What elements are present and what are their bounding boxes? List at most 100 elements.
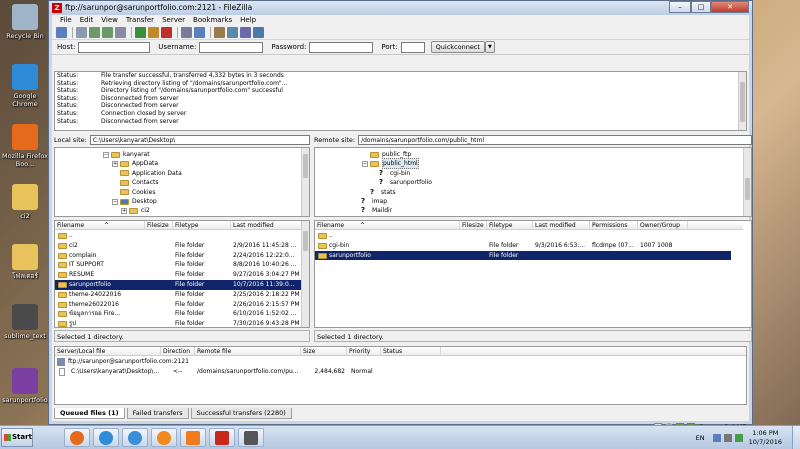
disconnect-icon[interactable] [181, 27, 192, 38]
site-manager-icon[interactable] [56, 27, 67, 38]
compare-icon[interactable] [227, 27, 238, 38]
tree-toggle[interactable]: − [112, 198, 118, 205]
quickconnect-dropdown[interactable]: ▼ [484, 41, 495, 53]
clock[interactable]: 1:06 PM 10/7/2016 [749, 429, 782, 447]
local-col-filename[interactable]: Filename ^ [55, 221, 145, 230]
quickconnect-button[interactable]: Quickconnect [430, 41, 485, 53]
tree-item[interactable]: − kanyarat [103, 150, 150, 159]
xampp-taskbar-icon[interactable] [180, 428, 206, 447]
menu-view[interactable]: View [97, 15, 122, 26]
port-input[interactable] [400, 41, 425, 53]
toggle-log-icon[interactable] [76, 27, 87, 38]
tree-item[interactable]: Application Data [112, 169, 182, 178]
tree-item[interactable]: − public_html [362, 158, 419, 170]
tree-item[interactable]: ? Maildir [353, 206, 392, 215]
menu-transfer[interactable]: Transfer [122, 15, 158, 26]
ie-taskbar-icon[interactable] [122, 428, 148, 447]
desktop-icon[interactable]: โฟลเดอร์ [0, 244, 50, 280]
sync-browse-icon[interactable] [240, 27, 251, 38]
local-file-row[interactable]: IT SUPPORT File folder 8/8/2016 10:40:26 .… [55, 260, 301, 270]
local-col-modified[interactable]: Last modified [231, 221, 303, 230]
desktop-icon[interactable]: sublime_text [0, 304, 50, 340]
queue-tab[interactable]: Successful transfers (2280) [190, 408, 292, 419]
desktop-icon[interactable]: sarunportfolio [0, 368, 50, 404]
desktop-icon[interactable]: ci2 [0, 184, 50, 220]
tree-item[interactable]: Cookies [112, 188, 156, 197]
tree-toggle[interactable]: + [112, 160, 118, 167]
remote-file-row[interactable]: sarunportfolio File folder [315, 250, 731, 261]
close-button[interactable]: ✕ [711, 1, 749, 13]
language-indicator[interactable]: EN [696, 434, 705, 442]
password-input[interactable] [309, 41, 374, 53]
process-queue-icon[interactable] [148, 27, 159, 38]
tree-item[interactable]: + ci2 [121, 206, 150, 215]
log-scrollbar[interactable] [738, 72, 746, 130]
queue-col-status[interactable]: Status [381, 347, 441, 356]
media-player-taskbar-icon[interactable] [151, 428, 177, 447]
firefox-taskbar-icon[interactable] [64, 428, 90, 447]
remote-file-row[interactable]: .. [315, 231, 731, 241]
remote-file-row[interactable]: cgi-bin File folder 9/3/2016 6:53:... flcdm… [315, 241, 731, 251]
queue-col-file[interactable]: Server/Local file [55, 347, 161, 356]
toggle-local-tree-icon[interactable] [89, 27, 100, 38]
tree-item[interactable]: ? imap [353, 197, 387, 206]
desktop-icon[interactable]: Recycle Bin [0, 4, 50, 40]
filezilla-taskbar-icon[interactable] [209, 428, 235, 447]
local-file-row[interactable]: complain File folder 2/24/2016 12:22:0... [55, 251, 301, 261]
local-file-row[interactable]: ci2 File folder 2/9/2016 11:45:28 ... [55, 241, 301, 251]
remote-col-owner[interactable]: Owner/Group [638, 221, 688, 230]
local-site-input[interactable] [89, 135, 310, 145]
maximize-button[interactable]: □ [691, 1, 711, 13]
minimize-button[interactable]: – [669, 1, 691, 13]
queue-item-row[interactable]: C:\Users\kanyarat\Desktop\... <-- /domai… [55, 367, 746, 377]
toggle-queue-icon[interactable] [115, 27, 126, 38]
show-desktop-button[interactable] [792, 426, 800, 449]
local-file-row[interactable]: theme-24022016 File folder 2/25/2016 2:18:… [55, 290, 301, 300]
menu-edit[interactable]: Edit [76, 15, 98, 26]
flag-icon[interactable] [734, 434, 743, 442]
queue-col-size[interactable]: Size [301, 347, 347, 356]
remote-col-modified[interactable]: Last modified [533, 221, 590, 230]
remote-col-permissions[interactable]: Permissions [590, 221, 638, 230]
local-file-row[interactable]: RESUME File folder 9/27/2016 3:04:27 PM [55, 270, 301, 280]
menu-help[interactable]: Help [236, 15, 260, 26]
tree-item[interactable]: Contacts [112, 178, 158, 187]
queue-tab[interactable]: Failed transfers [126, 408, 189, 419]
desktop-icon[interactable]: Google Chrome [0, 64, 50, 108]
tree-item[interactable]: − Desktop [112, 197, 157, 206]
volume-icon[interactable] [723, 434, 732, 442]
remote-col-filesize[interactable]: Filesize [460, 221, 487, 230]
host-input[interactable] [78, 41, 151, 53]
tree-item[interactable]: ? sarunportfolio [371, 178, 432, 187]
local-col-filetype[interactable]: Filetype [173, 221, 231, 230]
sublime-taskbar-icon[interactable] [238, 428, 264, 447]
menu-bookmarks[interactable]: Bookmarks [189, 15, 236, 26]
local-file-row[interactable]: theme26022016 File folder 2/26/2016 2:15:5… [55, 300, 301, 310]
remote-col-filename[interactable]: Filename ^ [315, 221, 460, 230]
local-col-filesize[interactable]: Filesize [145, 221, 173, 230]
cancel-icon[interactable] [161, 27, 172, 38]
remote-col-filetype[interactable]: Filetype [487, 221, 533, 230]
remote-tree-scrollbar[interactable] [743, 148, 751, 216]
queue-server-row[interactable]: ftp://sarunpor@sarunportfolio.com:2121 [55, 357, 746, 367]
tree-toggle[interactable]: − [362, 160, 368, 167]
queue-col-priority[interactable]: Priority [347, 347, 381, 356]
desktop-icon[interactable]: Mozilla Firefox Boo... [0, 124, 50, 168]
menu-server[interactable]: Server [158, 15, 189, 26]
reconnect-icon[interactable] [194, 27, 205, 38]
tree-item[interactable]: ? stats [362, 188, 396, 197]
local-file-row[interactable]: .. [55, 231, 301, 241]
remote-site-input[interactable] [358, 135, 752, 145]
filter-icon[interactable] [214, 27, 225, 38]
title-bar[interactable]: Z ftp://sarunpor@sarunportfolio.com:2121… [49, 1, 752, 15]
network-icon[interactable] [712, 434, 721, 442]
local-file-row[interactable]: ข้อมูลการออ Fire... File folder 6/10/2016 … [55, 309, 301, 319]
menu-file[interactable]: File [56, 15, 76, 26]
search-icon[interactable] [253, 27, 264, 38]
queue-col-remote[interactable]: Remote file [195, 347, 301, 356]
local-file-row[interactable]: sarunportfolio File folder 10/7/2016 11:39… [55, 280, 301, 290]
tree-item[interactable]: ? cgi-bin [371, 169, 410, 178]
tree-toggle[interactable]: + [121, 207, 127, 214]
toggle-remote-tree-icon[interactable] [102, 27, 113, 38]
username-input[interactable] [199, 41, 264, 53]
